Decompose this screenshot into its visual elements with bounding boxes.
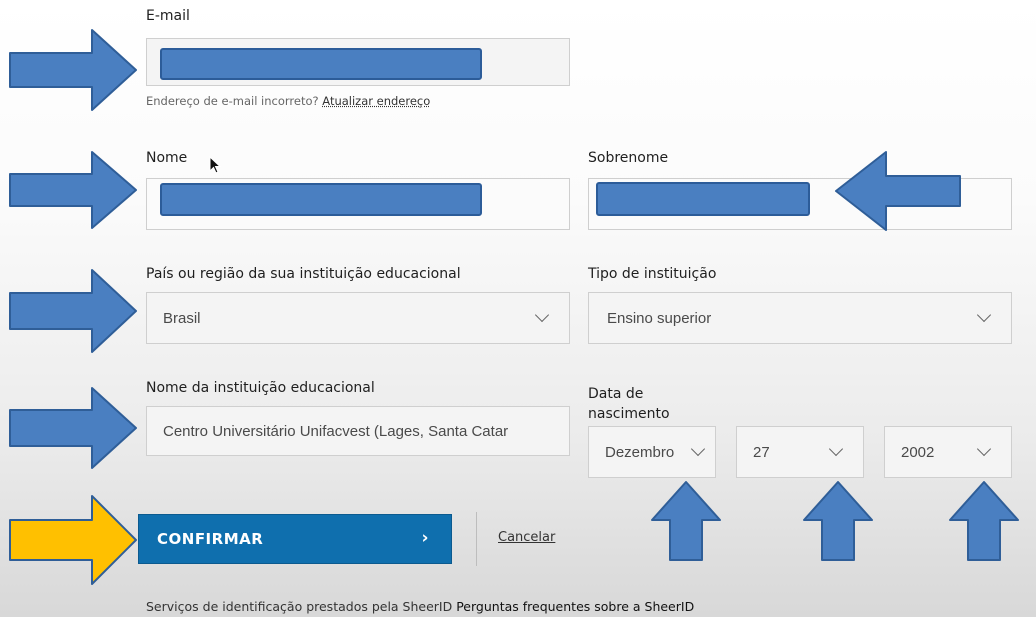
arrow-right-icon xyxy=(9,269,137,353)
arrow-left-icon xyxy=(835,151,961,231)
annotation-arrows xyxy=(9,29,1019,585)
arrow-up-icon xyxy=(949,481,1019,561)
arrow-right-icon xyxy=(9,29,137,111)
arrow-up-icon xyxy=(651,481,721,561)
arrow-right-icon xyxy=(9,387,137,469)
arrow-right-icon xyxy=(9,151,137,229)
arrow-up-icon xyxy=(803,481,873,561)
arrow-right-icon xyxy=(9,495,137,585)
